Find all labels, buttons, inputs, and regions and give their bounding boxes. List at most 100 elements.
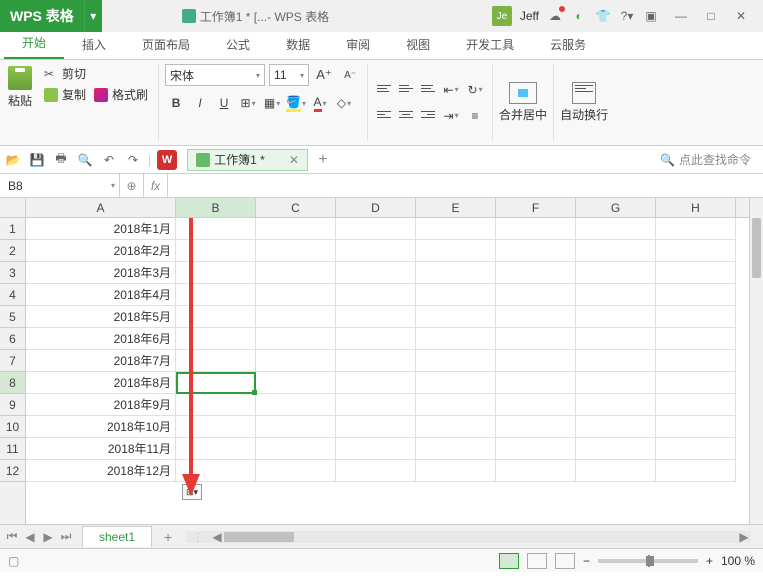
cell[interactable] xyxy=(336,438,416,460)
sheet-tab[interactable]: sheet1 xyxy=(82,526,152,547)
align-justify-button[interactable]: ≡ xyxy=(464,105,486,127)
cell[interactable] xyxy=(576,328,656,350)
cell[interactable] xyxy=(176,372,256,394)
cell[interactable] xyxy=(256,262,336,284)
row-header[interactable]: 4 xyxy=(0,284,25,306)
cell[interactable] xyxy=(656,218,736,240)
cell[interactable] xyxy=(176,350,256,372)
copy-button[interactable]: 复制 xyxy=(62,86,86,103)
cell[interactable] xyxy=(336,328,416,350)
hscroll-left[interactable]: ◀ xyxy=(210,530,224,544)
cell[interactable] xyxy=(416,438,496,460)
add-sheet-button[interactable]: + xyxy=(158,529,178,545)
help-icon[interactable]: ?▾ xyxy=(619,8,635,24)
cut-button[interactable]: ✂剪切 xyxy=(40,64,152,83)
cell[interactable] xyxy=(416,240,496,262)
cell[interactable]: 2018年9月 xyxy=(26,394,176,416)
cell[interactable] xyxy=(176,240,256,262)
indent-decrease-button[interactable]: ⇤ xyxy=(440,79,462,101)
cell[interactable] xyxy=(336,394,416,416)
cell[interactable]: 2018年1月 xyxy=(26,218,176,240)
tab-formula[interactable]: 公式 xyxy=(208,30,268,59)
undo-icon[interactable]: ↶ xyxy=(100,151,118,169)
print-icon[interactable]: 🖶 xyxy=(52,151,70,169)
cell[interactable] xyxy=(656,438,736,460)
cell[interactable] xyxy=(336,460,416,482)
cloud-icon[interactable]: ☁ xyxy=(547,8,563,24)
font-size-select[interactable]: 11▾ xyxy=(269,64,309,86)
cell[interactable] xyxy=(256,284,336,306)
cell[interactable] xyxy=(496,328,576,350)
app-menu-dropdown[interactable]: ▾ xyxy=(84,0,102,32)
align-top-button[interactable] xyxy=(374,79,394,99)
cell[interactable]: 2018年8月 xyxy=(26,372,176,394)
window-icon[interactable]: ▣ xyxy=(643,8,659,24)
cell[interactable] xyxy=(496,306,576,328)
cell[interactable] xyxy=(176,328,256,350)
cell[interactable] xyxy=(576,460,656,482)
font-name-select[interactable]: 宋体▾ xyxy=(165,64,265,86)
sheet-nav-prev[interactable]: ◀ xyxy=(22,529,38,545)
formula-input[interactable] xyxy=(168,174,763,197)
tab-data[interactable]: 数据 xyxy=(268,30,328,59)
scrollbar-thumb[interactable] xyxy=(752,218,761,278)
align-middle-button[interactable] xyxy=(396,79,416,99)
cells-area[interactable]: 2018年1月 2018年2月 2018年3月 2018年4月 2018年5月 … xyxy=(26,218,749,524)
clear-format-button[interactable]: ◇ xyxy=(333,92,355,114)
skin-icon[interactable]: 👕 xyxy=(595,8,611,24)
cell[interactable] xyxy=(656,350,736,372)
cell[interactable] xyxy=(496,372,576,394)
align-bottom-button[interactable] xyxy=(418,79,438,99)
user-name[interactable]: Jeff xyxy=(520,9,539,23)
align-center-button[interactable] xyxy=(396,105,416,125)
avatar[interactable]: Je xyxy=(492,6,512,26)
cell[interactable] xyxy=(256,394,336,416)
app-badge[interactable]: WPS 表格 xyxy=(0,0,84,32)
cell[interactable] xyxy=(336,416,416,438)
cell[interactable] xyxy=(176,284,256,306)
autofill-options-button[interactable]: ⊞▾ xyxy=(182,484,202,500)
cell[interactable]: 2018年2月 xyxy=(26,240,176,262)
sheet-nav-last[interactable]: ⏭ xyxy=(58,529,74,545)
align-right-button[interactable] xyxy=(418,105,438,125)
cell[interactable] xyxy=(496,394,576,416)
name-box[interactable]: B8 ▾ xyxy=(0,174,120,197)
cell[interactable] xyxy=(656,306,736,328)
paste-button[interactable]: 粘贴 xyxy=(6,64,34,111)
save-icon[interactable]: 💾 xyxy=(28,151,46,169)
cell[interactable] xyxy=(656,262,736,284)
row-header[interactable]: 6 xyxy=(0,328,25,350)
select-all-corner[interactable] xyxy=(0,198,26,218)
cell[interactable] xyxy=(656,284,736,306)
cell[interactable] xyxy=(256,350,336,372)
row-header[interactable]: 2 xyxy=(0,240,25,262)
row-header[interactable]: 12 xyxy=(0,460,25,482)
row-header[interactable]: 11 xyxy=(0,438,25,460)
cell[interactable] xyxy=(256,416,336,438)
row-header[interactable]: 1 xyxy=(0,218,25,240)
tab-view[interactable]: 视图 xyxy=(388,30,448,59)
cell[interactable] xyxy=(256,372,336,394)
insert-function-button[interactable]: ⊕ xyxy=(120,174,144,197)
col-header-F[interactable]: F xyxy=(496,198,576,217)
row-header[interactable]: 10 xyxy=(0,416,25,438)
cell[interactable] xyxy=(176,416,256,438)
zoom-thumb[interactable] xyxy=(646,556,654,566)
cell[interactable] xyxy=(656,394,736,416)
cell[interactable] xyxy=(256,328,336,350)
view-break-button[interactable] xyxy=(555,553,575,569)
col-header-A[interactable]: A xyxy=(26,198,176,217)
row-header[interactable]: 5 xyxy=(0,306,25,328)
cell[interactable] xyxy=(336,372,416,394)
cell[interactable] xyxy=(656,372,736,394)
cell[interactable] xyxy=(176,394,256,416)
horizontal-scrollbar[interactable]: ⋮ ◀ ▶ xyxy=(186,531,751,543)
font-increase-button[interactable]: A⁺ xyxy=(313,64,335,86)
wps-logo[interactable]: W xyxy=(157,150,177,170)
cell[interactable] xyxy=(656,416,736,438)
cell[interactable] xyxy=(176,306,256,328)
colab-icon[interactable]: ◐ xyxy=(571,8,587,24)
cell[interactable]: 2018年5月 xyxy=(26,306,176,328)
cell[interactable] xyxy=(336,240,416,262)
indent-increase-button[interactable]: ⇥ xyxy=(440,105,462,127)
